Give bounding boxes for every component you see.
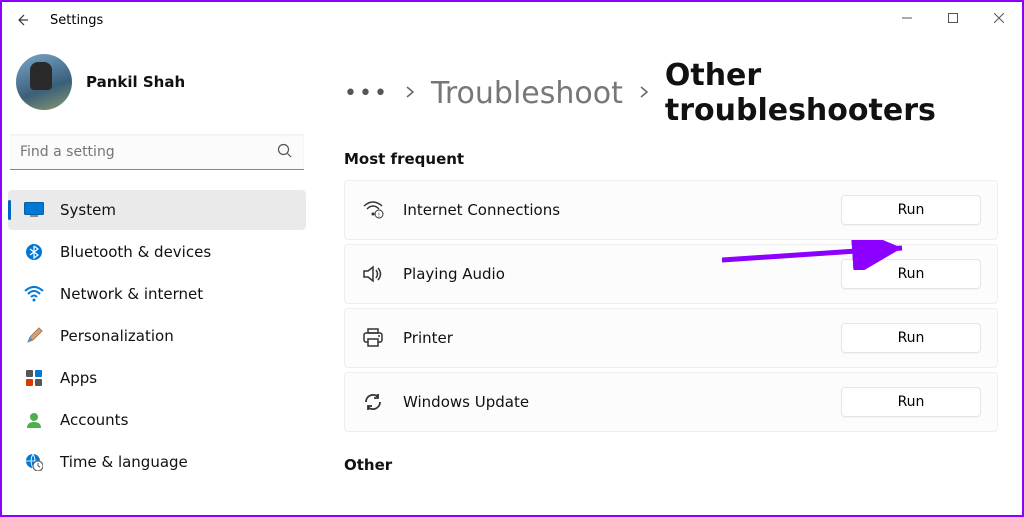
profile[interactable]: Pankil Shah	[2, 46, 312, 134]
maximize-button[interactable]	[930, 2, 976, 34]
brush-icon	[24, 326, 44, 346]
breadcrumb: ••• Troubleshoot Other troubleshooters	[344, 58, 998, 128]
sidebar-item-time[interactable]: Time & language	[8, 442, 306, 482]
breadcrumb-current: Other troubleshooters	[665, 58, 998, 128]
sync-icon	[361, 392, 385, 412]
sidebar-item-label: Bluetooth & devices	[60, 243, 211, 261]
avatar	[16, 54, 72, 110]
sidebar: Pankil Shah System Bluetooth & devices N…	[2, 38, 312, 515]
minimize-button[interactable]	[884, 2, 930, 34]
troubleshooter-label: Internet Connections	[403, 201, 823, 219]
sidebar-item-label: Personalization	[60, 327, 174, 345]
troubleshooter-audio: Playing Audio Run	[344, 244, 998, 304]
troubleshooter-windows-update: Windows Update Run	[344, 372, 998, 432]
run-button[interactable]: Run	[841, 259, 981, 289]
apps-icon	[24, 368, 44, 388]
bluetooth-icon	[24, 242, 44, 262]
search-icon	[276, 142, 294, 164]
search-input[interactable]	[10, 134, 304, 170]
person-icon	[24, 410, 44, 430]
printer-icon	[361, 328, 385, 348]
troubleshooter-label: Playing Audio	[403, 265, 823, 283]
sidebar-item-apps[interactable]: Apps	[8, 358, 306, 398]
sidebar-item-label: Accounts	[60, 411, 128, 429]
troubleshooter-label: Windows Update	[403, 393, 823, 411]
wifi-icon	[24, 284, 44, 304]
svg-text:!: !	[378, 212, 380, 219]
troubleshooter-label: Printer	[403, 329, 823, 347]
chevron-right-icon	[405, 84, 415, 103]
main-content: ••• Troubleshoot Other troubleshooters M…	[312, 38, 1022, 515]
window-title: Settings	[50, 13, 103, 28]
globe-clock-icon	[24, 452, 44, 472]
back-button[interactable]	[12, 10, 32, 30]
sidebar-item-network[interactable]: Network & internet	[8, 274, 306, 314]
section-title-most-frequent: Most frequent	[344, 150, 998, 168]
run-button[interactable]: Run	[841, 323, 981, 353]
sidebar-item-label: Apps	[60, 369, 97, 387]
sidebar-item-accounts[interactable]: Accounts	[8, 400, 306, 440]
sidebar-item-label: System	[60, 201, 116, 219]
speaker-icon	[361, 265, 385, 283]
sidebar-item-label: Time & language	[60, 453, 188, 471]
profile-name: Pankil Shah	[86, 73, 185, 91]
run-button[interactable]: Run	[841, 195, 981, 225]
wifi-warning-icon: !	[361, 201, 385, 219]
chevron-right-icon	[639, 84, 649, 103]
sidebar-item-personalization[interactable]: Personalization	[8, 316, 306, 356]
section-title-other: Other	[344, 456, 998, 474]
troubleshooter-printer: Printer Run	[344, 308, 998, 368]
close-button[interactable]	[976, 2, 1022, 34]
system-icon	[24, 200, 44, 220]
sidebar-item-bluetooth[interactable]: Bluetooth & devices	[8, 232, 306, 272]
troubleshooter-internet: ! Internet Connections Run	[344, 180, 998, 240]
search-box[interactable]	[10, 134, 304, 170]
run-button[interactable]: Run	[841, 387, 981, 417]
sidebar-item-system[interactable]: System	[8, 190, 306, 230]
sidebar-item-label: Network & internet	[60, 285, 203, 303]
breadcrumb-link-troubleshoot[interactable]: Troubleshoot	[431, 76, 623, 111]
breadcrumb-ellipsis[interactable]: •••	[344, 81, 389, 106]
